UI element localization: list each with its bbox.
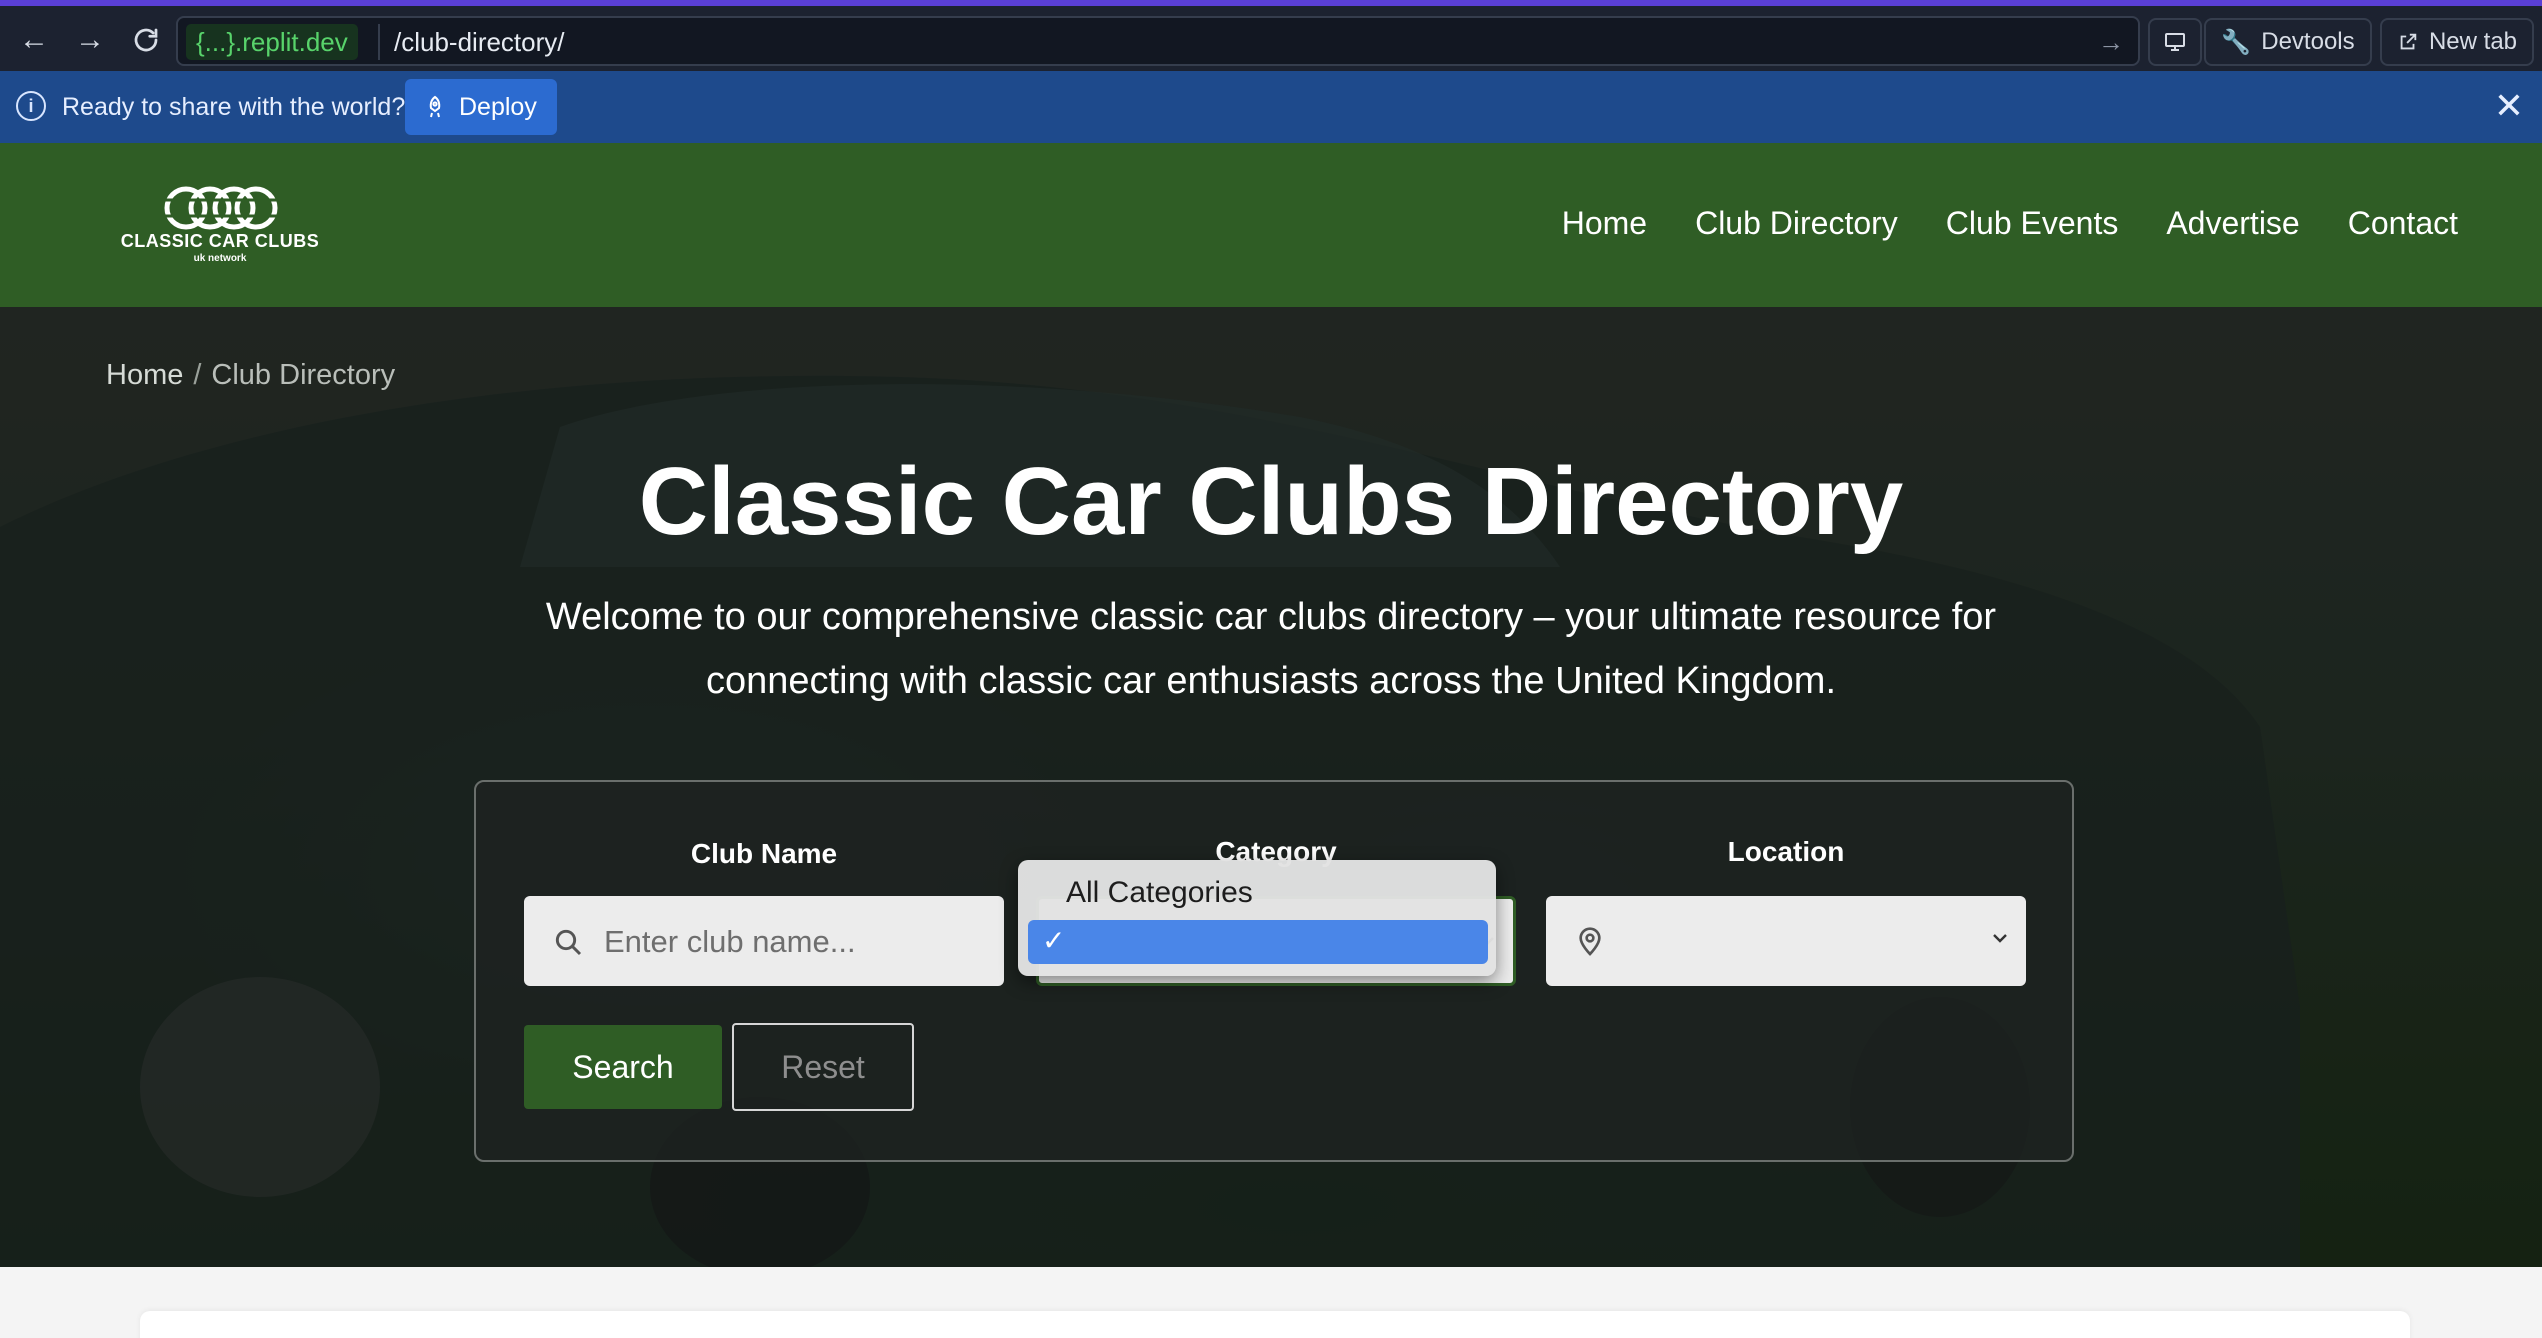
- checkmark-icon: ✓: [1042, 925, 1066, 956]
- content-area: [0, 1267, 2542, 1338]
- go-arrow-icon[interactable]: →: [2098, 24, 2124, 60]
- back-arrow-icon[interactable]: ←: [14, 20, 54, 60]
- deploy-banner: i Ready to share with the world? Deploy …: [0, 71, 2542, 143]
- club-name-label: Club Name: [690, 838, 838, 869]
- location-label: Location: [1727, 836, 1845, 867]
- forward-arrow-icon[interactable]: →: [70, 20, 110, 60]
- breadcrumb: Home / Club Directory: [106, 359, 395, 392]
- close-icon[interactable]: ✕: [2494, 85, 2524, 127]
- logo-subtitle: uk network: [193, 253, 247, 264]
- new-tab-label: New tab: [2428, 28, 2518, 55]
- chevron-down-icon: [1993, 934, 2007, 943]
- location-select[interactable]: [1546, 896, 2026, 986]
- site-logo[interactable]: CLASSIC CAR CLUBS uk network: [110, 183, 330, 273]
- wrench-icon: 🔧: [2221, 28, 2252, 56]
- browser-toolbar: ← → {...}.replit.dev /club-directory/ → …: [0, 0, 2542, 71]
- logo-rings-icon: [160, 186, 280, 230]
- breadcrumb-separator: /: [193, 359, 202, 391]
- deploy-label: Deploy: [459, 92, 537, 121]
- search-icon: [555, 929, 582, 956]
- site-header: CLASSIC CAR CLUBS uk network Home Club D…: [0, 143, 2542, 307]
- logo-title: CLASSIC CAR CLUBS: [120, 231, 320, 251]
- monitor-icon: [2165, 33, 2185, 51]
- club-name-input[interactable]: [604, 922, 984, 962]
- rocket-icon: [429, 95, 441, 118]
- results-card: [140, 1311, 2410, 1338]
- nav-advertise[interactable]: Advertise: [2166, 205, 2299, 242]
- deploy-button[interactable]: Deploy: [405, 79, 557, 135]
- new-tab-button[interactable]: New tab: [2380, 18, 2534, 66]
- nav-club-events[interactable]: Club Events: [1946, 205, 2119, 242]
- nav-home[interactable]: Home: [1562, 205, 1647, 242]
- url-host: {...}.replit.dev: [186, 24, 358, 60]
- nav-contact[interactable]: Contact: [2348, 205, 2458, 242]
- page-title: Classic Car Clubs Directory: [638, 448, 1904, 555]
- page-description: Welcome to our comprehensive classic car…: [545, 596, 1997, 702]
- devtools-button[interactable]: 🔧 Devtools: [2204, 18, 2372, 66]
- dropdown-option-all-categories[interactable]: All Categories: [1066, 876, 1253, 910]
- external-link-icon: [2400, 33, 2417, 50]
- category-dropdown-menu: All Categories ✓: [1018, 860, 1496, 976]
- reset-button[interactable]: Reset: [732, 1023, 914, 1111]
- url-path: /club-directory/: [378, 24, 565, 60]
- breadcrumb-home[interactable]: Home: [106, 359, 183, 391]
- devtools-label: Devtools: [2261, 28, 2355, 55]
- club-name-field[interactable]: [524, 896, 1004, 986]
- banner-message: Ready to share with the world?: [62, 93, 406, 121]
- nav-club-directory[interactable]: Club Directory: [1695, 205, 1898, 242]
- info-icon: i: [16, 91, 46, 121]
- search-button[interactable]: Search: [524, 1025, 722, 1109]
- map-pin-icon: [1579, 927, 1601, 956]
- main-navigation: Home Club Directory Club Events Advertis…: [1562, 205, 2458, 242]
- reload-icon[interactable]: [126, 20, 166, 60]
- hero-section: Home / Club Directory Classic Car Clubs Di…: [0, 307, 2542, 1267]
- preview-device-button[interactable]: [2148, 18, 2202, 66]
- breadcrumb-current: Club Directory: [211, 359, 396, 391]
- address-bar[interactable]: {...}.replit.dev /club-directory/ →: [176, 16, 2140, 66]
- dropdown-option-selected[interactable]: ✓: [1028, 920, 1488, 964]
